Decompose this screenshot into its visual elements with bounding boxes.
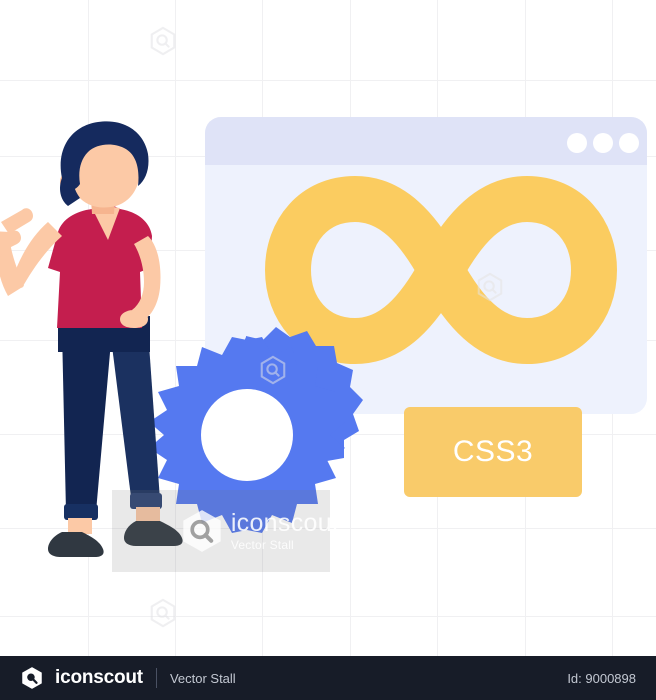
ankle-front xyxy=(68,518,92,534)
browser-dot-2 xyxy=(593,133,613,153)
css3-label-text: CSS3 xyxy=(404,407,582,497)
footer-bar: iconscout Vector Stall Id: 9000898 xyxy=(0,656,656,700)
footer-asset-id: Id: 9000898 xyxy=(567,670,636,686)
footer-brand-group: iconscout Vector Stall xyxy=(20,666,236,690)
leg-front xyxy=(62,330,112,512)
shoe-front xyxy=(48,532,104,557)
iconscout-hex-logo-icon xyxy=(183,510,221,552)
illustration-canvas: CSS3 iconscout Vector Stall xyxy=(0,0,656,656)
css3-text: CSS3 xyxy=(452,435,534,468)
watermark-hex-icon xyxy=(260,355,286,385)
browser-dot-1 xyxy=(567,133,587,153)
leg-back xyxy=(110,330,160,505)
index-finger xyxy=(1,208,33,234)
center-watermark: iconscout Vector Stall xyxy=(112,490,339,572)
watermark-vendor: Vector Stall xyxy=(230,538,294,552)
screenshot-root: CSS3 iconscout Vector Stall iconscout Ve… xyxy=(0,0,656,700)
iconscout-hex-logo-icon xyxy=(22,667,42,689)
watermark-hex-icon xyxy=(150,26,176,56)
cuff-front xyxy=(64,504,98,520)
watermark-hex-icon xyxy=(150,598,176,628)
watermark-hex-icon xyxy=(477,272,503,302)
footer-vendor: Vector Stall xyxy=(169,670,236,686)
footer-divider xyxy=(155,668,157,688)
footer-brand: iconscout xyxy=(55,667,143,688)
browser-dot-3 xyxy=(619,133,639,153)
watermark-brand: iconscout xyxy=(230,509,340,537)
hand-right xyxy=(120,310,148,328)
